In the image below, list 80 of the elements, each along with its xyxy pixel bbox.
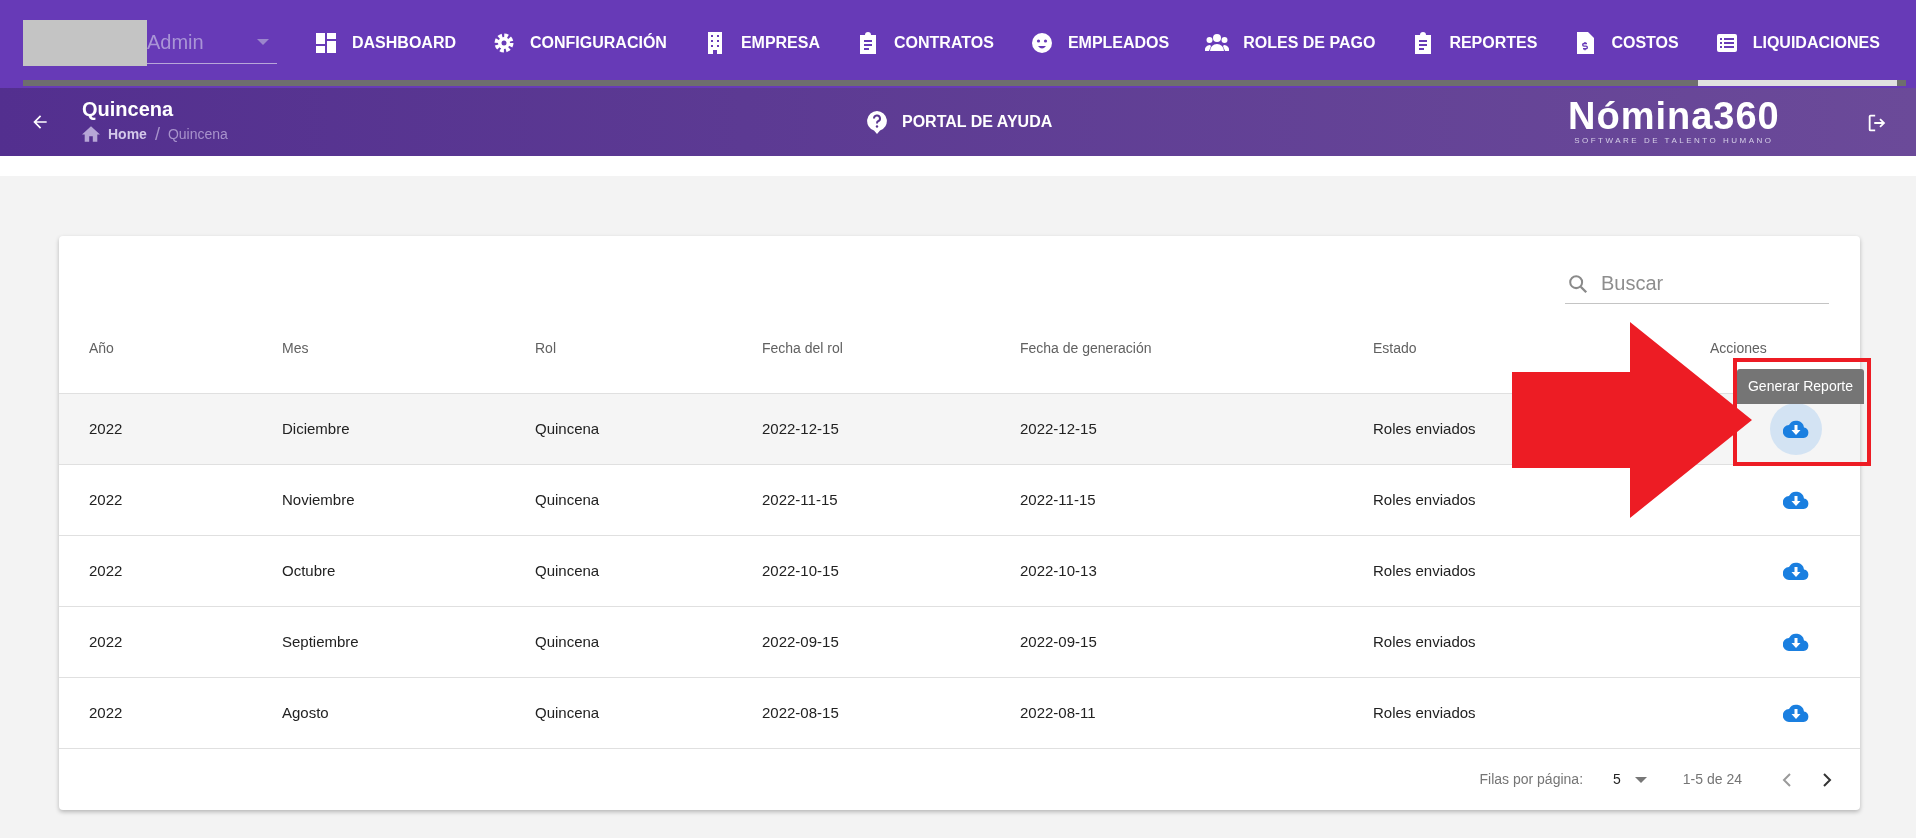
table-cell-text: Roles enviados <box>1373 489 1476 510</box>
nav-tab[interactable]: CONFIGURACIÓN <box>475 20 684 86</box>
breadcrumb-separator: / <box>154 122 160 146</box>
table-cell-text: 2022-10-15 <box>762 560 839 581</box>
cloud-download-icon <box>1783 633 1809 651</box>
nav-tab[interactable]: EMPRESA <box>685 20 837 86</box>
rows-per-page-label: Filas por página: <box>1479 770 1584 789</box>
table-cell-text: 2022 <box>88 702 123 723</box>
table-cell-text: 2022-12-15 <box>1020 418 1097 439</box>
column-header: Año <box>88 339 114 358</box>
breadcrumb-link[interactable]: Home <box>108 123 147 145</box>
breadcrumb-current: Quincena <box>167 124 228 144</box>
search-field[interactable]: Buscar <box>1565 264 1829 304</box>
table-row[interactable]: 2022 Septiembre Quincena 2022-09-15 2022-09-15 Roles enviados <box>59 607 1860 678</box>
table-cell-text: Quincena <box>535 489 600 510</box>
column-header: Fecha del rol <box>762 339 843 358</box>
column-header: Rol <box>535 339 556 358</box>
download-button[interactable] <box>1770 403 1822 455</box>
help-icon <box>866 110 888 134</box>
table-cell-text: 2022-10-13 <box>1020 560 1097 581</box>
table-cell-text: 2022-12-15 <box>762 418 839 439</box>
table-cell-text: Quincena <box>535 702 600 723</box>
gear-icon <box>492 31 516 55</box>
search-icon <box>1567 273 1589 295</box>
list-icon <box>1714 31 1739 55</box>
page-title: Quincena <box>82 96 175 121</box>
pagination-range: 1-5 de 24 <box>1682 770 1742 789</box>
table-cell-text: Roles enviados <box>1373 560 1476 581</box>
caret-icon <box>1634 776 1647 783</box>
previous-page-icon[interactable] <box>1782 771 1792 788</box>
table-row[interactable]: 2022 Octubre Quincena 2022-10-15 2022-10-13 Roles enviados <box>59 536 1860 607</box>
column-header: Estado <box>1373 339 1417 358</box>
table-cell-text: 2022-09-15 <box>762 631 839 652</box>
table-cell-text: Diciembre <box>282 418 350 439</box>
cloud-download-icon <box>1783 704 1809 722</box>
nav-tab[interactable]: EMPLEADOS <box>1012 20 1187 86</box>
caret-icon <box>257 38 269 45</box>
brand-tagline: SOFTWARE DE TALENTO HUMANO <box>1574 136 1774 146</box>
table-row[interactable]: 2022 Agosto Quincena 2022-08-15 2022-08-11 Roles enviados <box>59 678 1860 749</box>
home-icon <box>82 126 100 142</box>
logout-icon[interactable] <box>1866 112 1888 134</box>
table-row[interactable]: 2022 Noviembre Quincena 2022-11-15 2022-11-15 Roles enviados <box>59 465 1860 536</box>
table-cell-text: Roles enviados <box>1373 418 1476 439</box>
cloud-download-icon <box>1783 491 1809 509</box>
table-cell-text: 2022-08-11 <box>1020 702 1096 723</box>
table-cell-text: 2022 <box>88 631 123 652</box>
table-cell-text: Octubre <box>282 560 336 581</box>
rows-per-page-select[interactable]: 5 <box>1613 769 1647 790</box>
help-link[interactable]: PORTAL DE AYUDA <box>866 110 1053 134</box>
table-cell-text: Roles enviados <box>1373 631 1476 652</box>
nav-tab[interactable]: REPORTES <box>1394 20 1555 86</box>
next-page-icon[interactable] <box>1822 771 1832 788</box>
column-header: Mes <box>282 339 309 358</box>
table-cell-text: Agosto <box>282 702 329 723</box>
table-cell-text: Noviembre <box>282 489 355 510</box>
table-cell-text: Quincena <box>535 418 600 439</box>
tooltip: Generar Reporte <box>1737 369 1864 404</box>
table-cell-text: 2022 <box>88 418 123 439</box>
nav-tab[interactable]: DASHBOARD <box>297 20 473 86</box>
table-cell-text: 2022-11-15 <box>762 489 838 510</box>
cloud-download-icon <box>1783 562 1809 580</box>
nav-tab[interactable]: COSTOS <box>1556 20 1696 86</box>
table-cell-text: 2022 <box>88 489 123 510</box>
table-cell-text: Quincena <box>535 631 600 652</box>
dashboard-icon <box>314 31 338 55</box>
column-header: Acciones <box>1710 339 1767 358</box>
brand-logo: Nómina360 <box>1568 96 1780 136</box>
table-cell-text: 2022 <box>88 560 123 581</box>
cloud-download-icon <box>1783 420 1809 438</box>
table-cell-text: Septiembre <box>282 631 359 652</box>
column-header: Fecha de generación <box>1020 339 1152 358</box>
nav-tab[interactable]: CONTRATOS <box>839 20 1011 86</box>
table-cell-text: 2022-09-15 <box>1020 631 1097 652</box>
nav-tab[interactable]: ROLES DE PAGO <box>1188 20 1393 86</box>
table-cell-text: 2022-11-15 <box>1020 489 1096 510</box>
user-name: Admin <box>147 29 204 55</box>
table-cell-text: Quincena <box>535 560 600 581</box>
table-cell-text: Roles enviados <box>1373 702 1476 723</box>
face-icon <box>1029 31 1054 55</box>
table-cell-text: 2022-08-15 <box>762 702 839 723</box>
